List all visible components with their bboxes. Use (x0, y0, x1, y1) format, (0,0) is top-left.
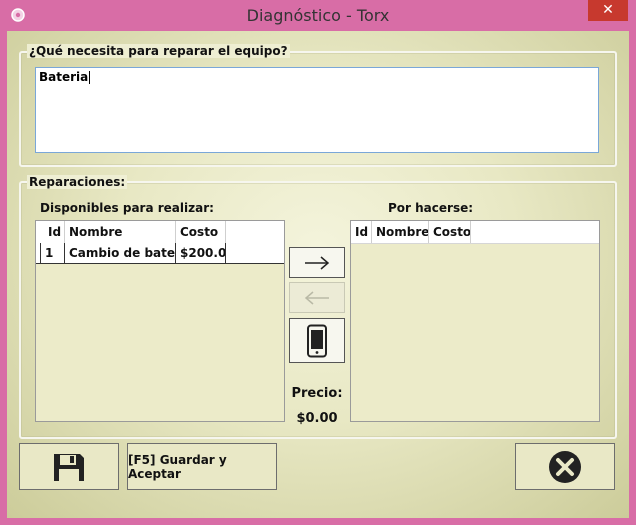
arrow-left-icon (304, 290, 329, 305)
column-header-costo[interactable]: Costo (429, 221, 471, 243)
remove-repair-button[interactable] (289, 282, 345, 313)
price-label: Precio: (291, 386, 343, 401)
column-header-id[interactable]: Id (351, 221, 372, 243)
pending-list[interactable]: Id Nombre Costo (350, 220, 600, 422)
cancel-button[interactable] (515, 443, 615, 490)
add-repair-button[interactable] (289, 247, 345, 278)
dialog-body: ¿Qué necesita para reparar el equipo? Ba… (7, 31, 629, 518)
window-title: Diagnóstico - Torx (246, 6, 390, 25)
smartphone-icon (307, 324, 327, 357)
column-header-nombre[interactable]: Nombre (65, 221, 176, 243)
available-list[interactable]: Id Nombre Costo 1 Cambio de bateria $200… (35, 220, 285, 422)
problem-input[interactable]: Bateria (35, 67, 599, 153)
window-close-button[interactable]: ✕ (588, 0, 628, 21)
save-and-accept-button[interactable]: [F5] Guardar y Aceptar (127, 443, 277, 490)
row-nombre: Cambio de bateria (65, 243, 176, 263)
column-header-id[interactable]: Id (44, 221, 65, 243)
arrow-right-icon (305, 255, 330, 270)
available-list-header: Id Nombre Costo (36, 221, 284, 244)
available-label: Disponibles para realizar: (40, 201, 214, 215)
price-value: $0.00 (296, 411, 338, 426)
problem-label: ¿Qué necesita para reparar el equipo? (27, 44, 290, 58)
row-id: 1 (40, 243, 65, 263)
row-costo: $200.00 (176, 243, 226, 263)
device-button[interactable] (289, 318, 345, 363)
column-header-costo[interactable]: Costo (176, 221, 226, 243)
text-caret (89, 71, 91, 84)
pending-list-header: Id Nombre Costo (351, 221, 599, 244)
pending-label: Por hacerse: (388, 201, 474, 215)
floppy-disk-icon (54, 453, 84, 481)
problem-input-value: Bateria (39, 70, 89, 84)
title-bar: Diagnóstico - Torx ✕ (0, 0, 636, 31)
column-header-nombre[interactable]: Nombre (372, 221, 429, 243)
table-row[interactable]: 1 Cambio de bateria $200.00 (36, 243, 284, 264)
save-button[interactable] (19, 443, 119, 490)
close-circle-icon (549, 450, 581, 483)
repairs-label: Reparaciones: (27, 175, 128, 189)
